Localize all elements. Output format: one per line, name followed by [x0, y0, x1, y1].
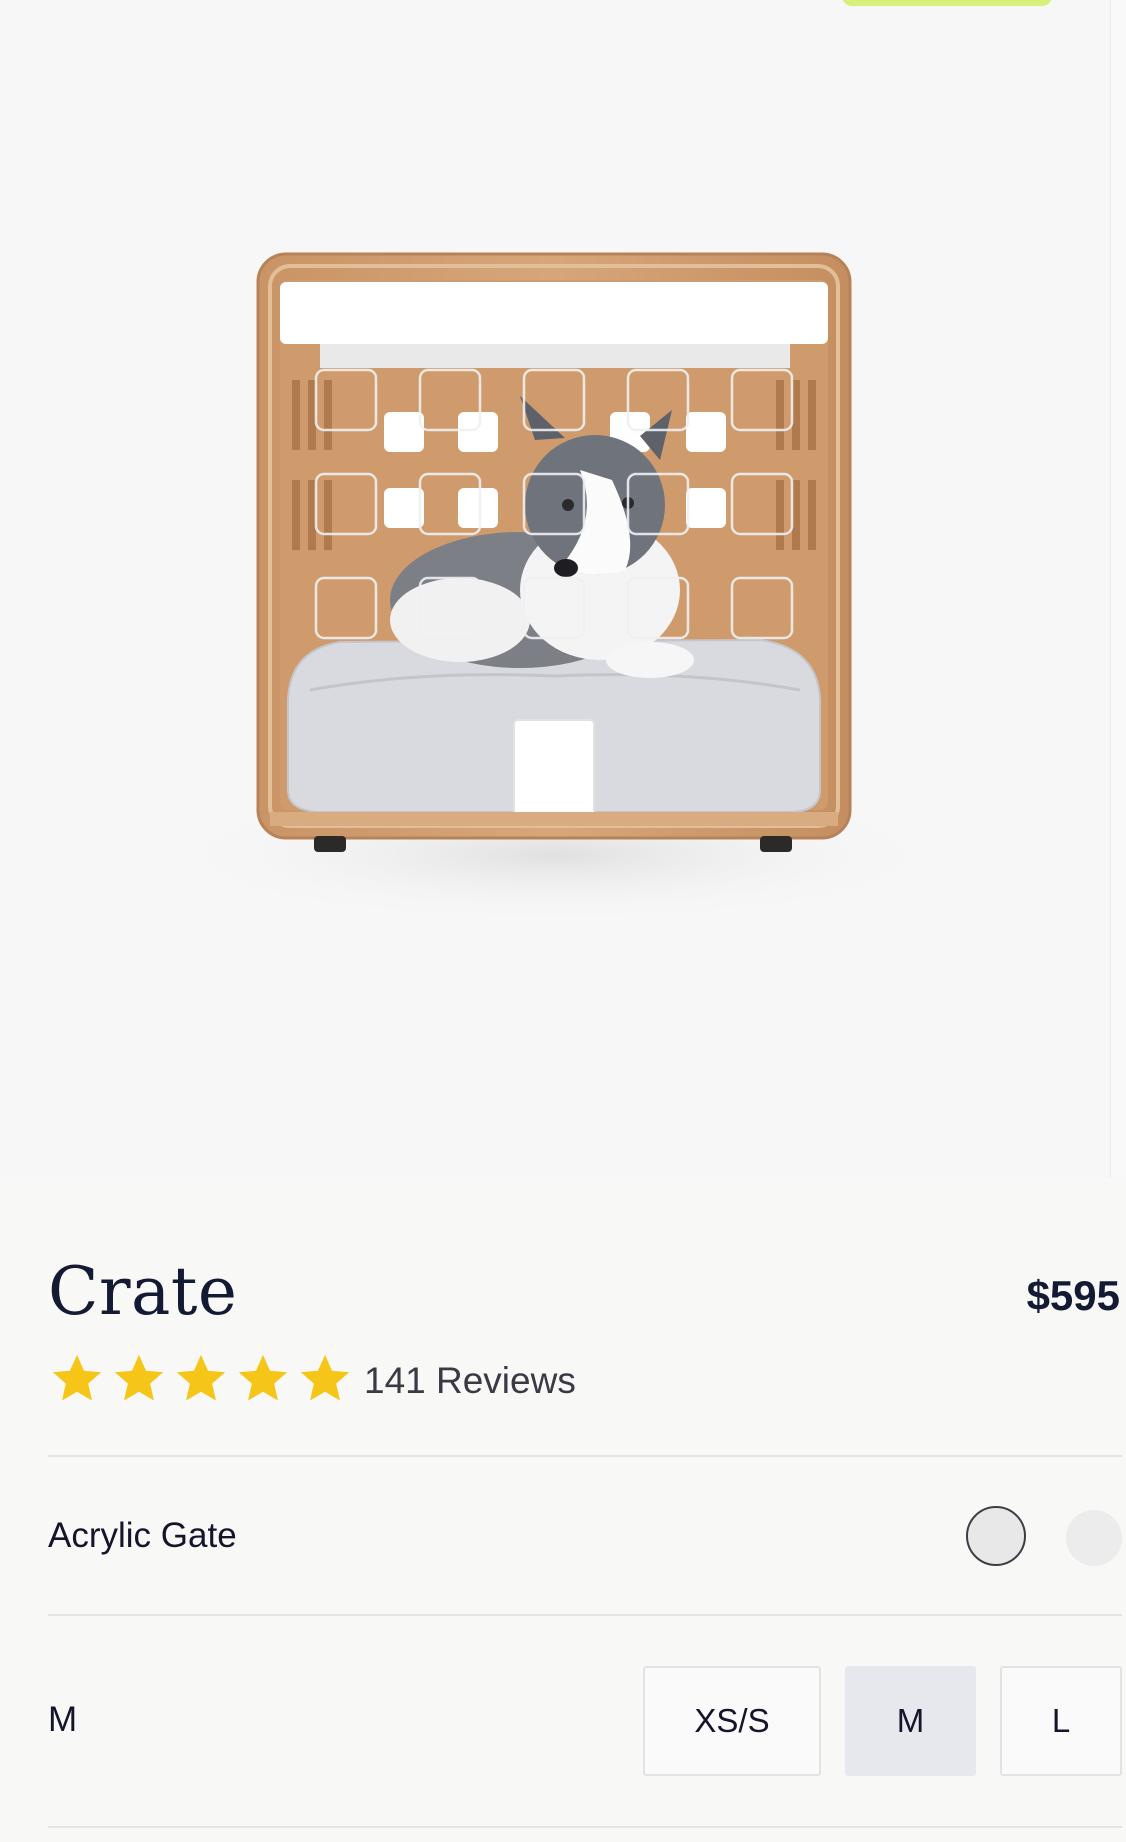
- divider: [48, 1826, 1122, 1828]
- star-icon: [300, 1354, 350, 1401]
- star-icon: [238, 1354, 288, 1401]
- rating-stars[interactable]: [48, 1350, 354, 1408]
- size-button-l[interactable]: L: [1000, 1666, 1122, 1776]
- star-icon: [114, 1354, 164, 1401]
- reviews-link[interactable]: 141 Reviews: [364, 1358, 576, 1404]
- swatch-next-option[interactable]: [1066, 1510, 1122, 1566]
- product-image[interactable]: [0, 0, 1110, 1178]
- divider: [48, 1614, 1122, 1616]
- next-image-peek[interactable]: [1110, 0, 1126, 1178]
- product-title: Crate: [48, 1253, 238, 1330]
- swatch-acrylic-clear[interactable]: [966, 1506, 1026, 1566]
- crate-illustration: [155, 252, 955, 925]
- size-button-xs-s[interactable]: XS/S: [643, 1666, 821, 1776]
- size-current-label: M: [48, 1700, 78, 1739]
- star-icon: [52, 1354, 102, 1401]
- product-price: $595: [1026, 1272, 1120, 1319]
- size-button-m[interactable]: M: [845, 1666, 976, 1776]
- divider: [48, 1455, 1122, 1457]
- gate-option-label: Acrylic Gate: [48, 1516, 237, 1555]
- star-icon: [176, 1354, 226, 1401]
